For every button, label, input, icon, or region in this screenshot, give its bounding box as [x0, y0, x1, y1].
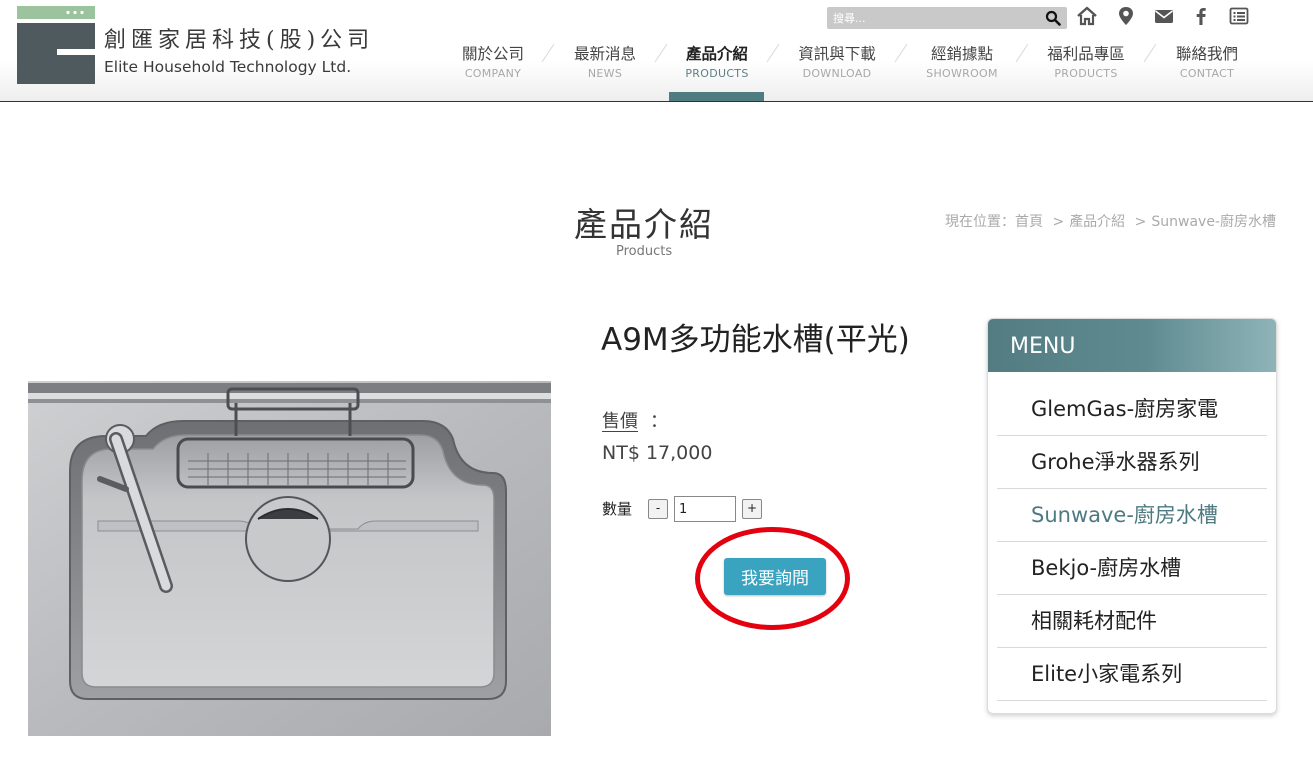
- nav-outlet-label: 福利品專區: [1047, 45, 1125, 63]
- list-icon[interactable]: [1228, 5, 1250, 27]
- nav-active-indicator: [669, 92, 764, 101]
- nav-contact[interactable]: 聯絡我們 CONTACT: [1167, 42, 1247, 82]
- search-icon[interactable]: [1045, 10, 1061, 26]
- menu-item-grohe[interactable]: Grohe淨水器系列: [997, 436, 1267, 489]
- nav-divider: [894, 43, 908, 63]
- breadcrumb-home-link[interactable]: 首頁: [1015, 211, 1043, 231]
- nav-showroom-label: 經銷據點: [930, 45, 993, 63]
- nav-company-sublabel: COMPANY: [464, 67, 522, 80]
- nav-news-sublabel: NEWS: [587, 67, 623, 80]
- nav-showroom[interactable]: 經銷據點 SHOWROOM: [918, 42, 1006, 82]
- price-label: 售價: [602, 411, 638, 432]
- nav-company[interactable]: 關於公司 COMPANY: [453, 42, 533, 82]
- site-header: 創匯家居科技(股)公司 Elite Household Technology L…: [0, 0, 1313, 102]
- menu-item-glemgas[interactable]: GlemGas-廚房家電: [997, 383, 1267, 436]
- nav-contact-label: 聯絡我們: [1175, 45, 1238, 63]
- nav-download[interactable]: 資訊與下載 DOWNLOAD: [789, 42, 885, 82]
- facebook-icon[interactable]: [1190, 5, 1212, 27]
- nav-divider: [541, 43, 555, 63]
- quantity-input[interactable]: [674, 496, 736, 522]
- menu-item-bekjo[interactable]: Bekjo-廚房水槽: [997, 542, 1267, 595]
- home-icon[interactable]: [1076, 5, 1098, 27]
- nav-products-label: 產品介紹: [685, 45, 748, 63]
- menu-item-elite-appliances[interactable]: Elite小家電系列: [997, 648, 1267, 701]
- page-subtitle: Products: [616, 244, 673, 259]
- product-name: A9M多功能水槽(平光): [601, 322, 910, 358]
- quantity-increase-button[interactable]: +: [742, 499, 762, 519]
- breadcrumb-prefix: 現在位置：: [945, 214, 1015, 230]
- nav-contact-sublabel: CONTACT: [1179, 67, 1235, 80]
- menu-item-accessories[interactable]: 相關耗材配件: [997, 595, 1267, 648]
- price-colon: ：: [650, 411, 668, 432]
- nav-download-sublabel: DOWNLOAD: [802, 67, 872, 80]
- product-image: [28, 381, 551, 736]
- search-input[interactable]: [827, 7, 1037, 29]
- search-box: [827, 7, 1067, 29]
- nav-outlet-products[interactable]: 福利品專區 PRODUCTS: [1037, 42, 1135, 82]
- breadcrumb-products-link[interactable]: 產品介紹: [1069, 211, 1125, 231]
- breadcrumb-current[interactable]: Sunwave-廚房水槽: [1151, 211, 1276, 231]
- menu-title: MENU: [988, 319, 1276, 372]
- company-name-chinese: 創匯家居科技(股)公司: [104, 28, 375, 53]
- nav-divider: [654, 43, 668, 63]
- nav-download-label: 資訊與下載: [798, 45, 876, 63]
- category-menu: MENU GlemGas-廚房家電 Grohe淨水器系列 Sunwave-廚房水…: [987, 318, 1277, 714]
- breadcrumb: 現在位置：首頁 > 產品介紹 > Sunwave-廚房水槽: [945, 211, 1276, 231]
- nav-news[interactable]: 最新消息 NEWS: [565, 42, 645, 82]
- breadcrumb-separator: >: [1134, 214, 1147, 230]
- annotation-highlight-circle: [695, 527, 850, 630]
- nav-divider: [766, 43, 780, 63]
- nav-divider: [1015, 43, 1029, 63]
- quantity-label: 數量: [602, 500, 633, 518]
- nav-showroom-sublabel: SHOWROOM: [926, 67, 998, 80]
- logo-icon[interactable]: [17, 6, 95, 84]
- nav-products[interactable]: 產品介紹 PRODUCTS: [677, 42, 757, 82]
- page-title: 產品介紹: [574, 205, 714, 244]
- nav-products-sublabel: PRODUCTS: [685, 67, 749, 80]
- nav-outlet-sublabel: PRODUCTS: [1054, 67, 1118, 80]
- menu-item-sunwave[interactable]: Sunwave-廚房水槽: [997, 489, 1267, 542]
- company-name-english: Elite Household Technology Ltd.: [104, 58, 352, 76]
- quantity-decrease-button[interactable]: -: [648, 499, 668, 519]
- envelope-icon[interactable]: [1153, 5, 1175, 27]
- nav-company-label: 關於公司: [461, 45, 524, 63]
- map-pin-icon[interactable]: [1115, 5, 1137, 27]
- nav-news-label: 最新消息: [573, 45, 636, 63]
- breadcrumb-separator: >: [1052, 214, 1065, 230]
- price-value: NT$ 17,000: [602, 442, 713, 464]
- nav-divider: [1143, 43, 1157, 63]
